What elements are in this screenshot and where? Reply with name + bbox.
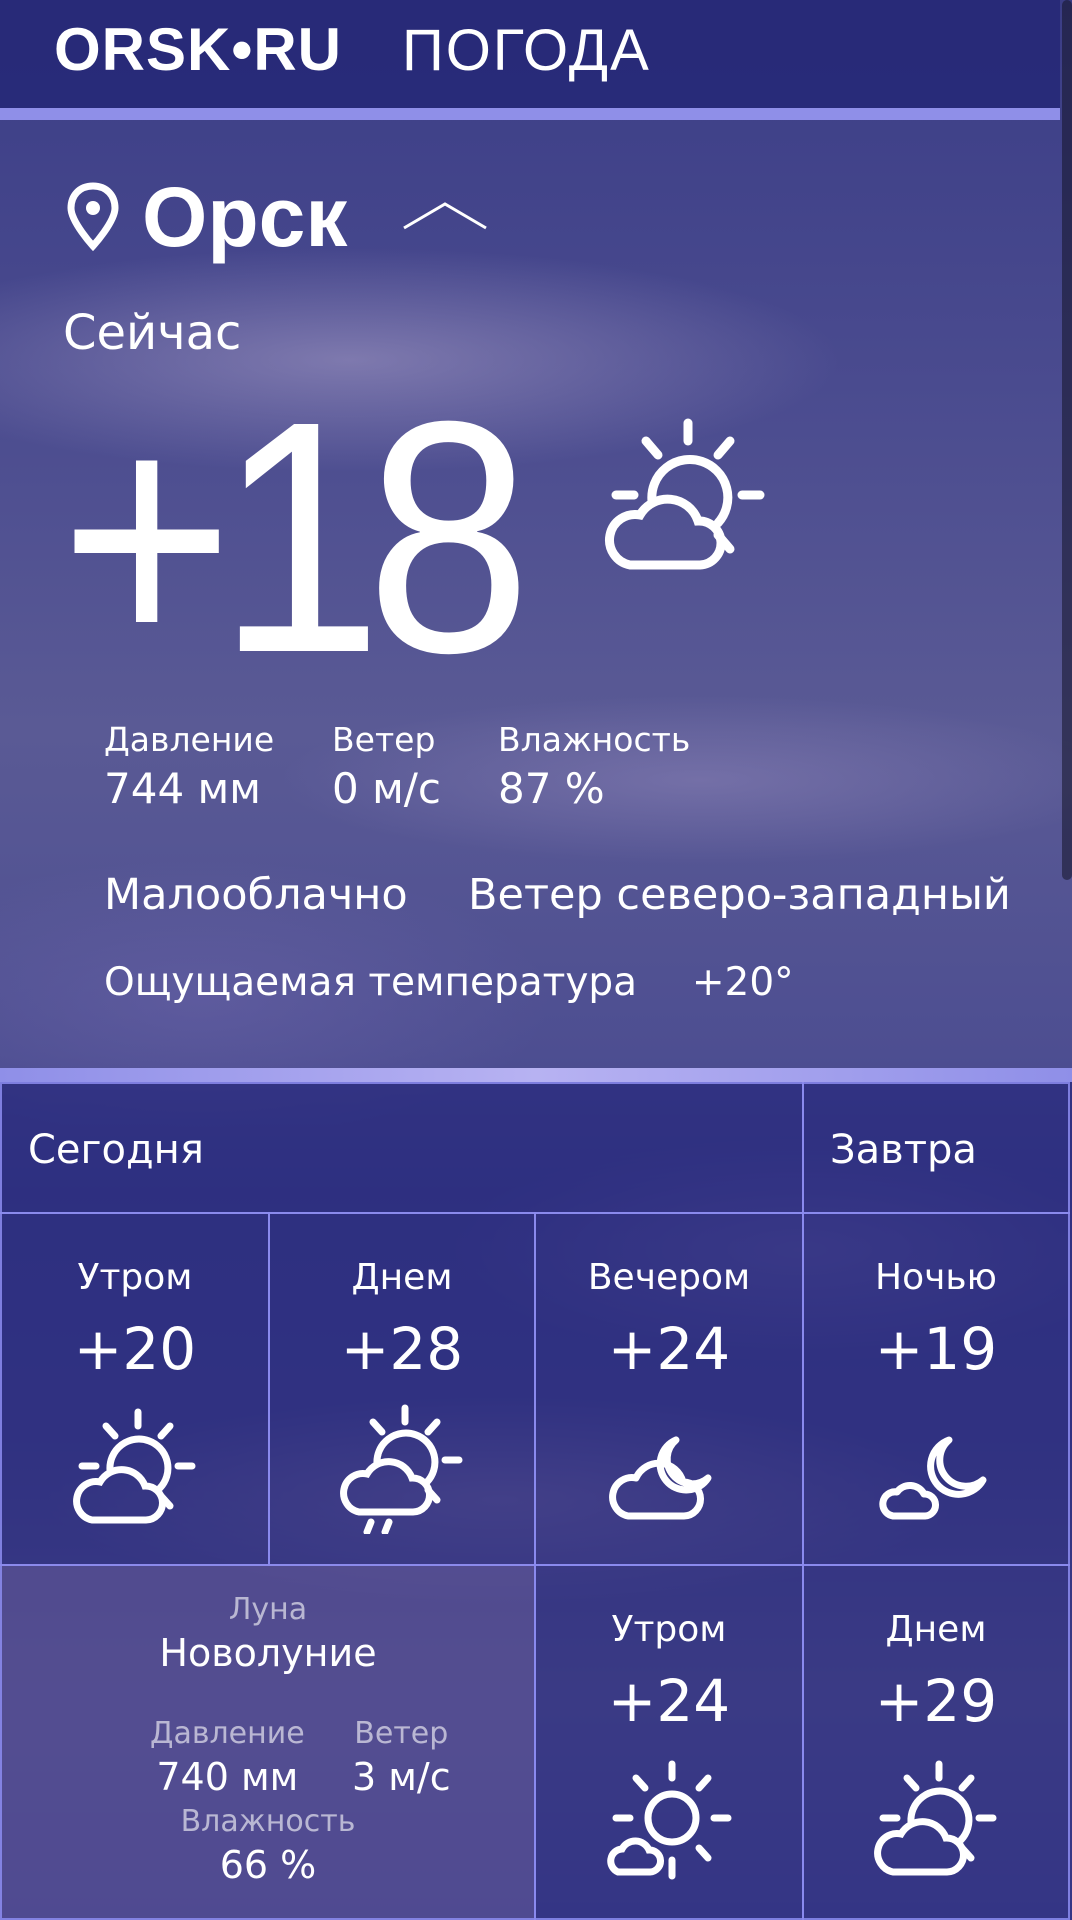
- period-temp: +24: [607, 1667, 731, 1735]
- feels-like-value: +20°: [691, 960, 794, 1005]
- period-label: Днем: [351, 1257, 453, 1298]
- wind-metric: Ветер 0 м/с: [332, 718, 441, 816]
- humidity-value: 87 %: [498, 764, 605, 813]
- period-temp: +19: [874, 1315, 998, 1383]
- details-pressure-value: 740 мм: [156, 1755, 299, 1799]
- wind-label: Ветер: [332, 720, 436, 759]
- today-label: Сегодня: [28, 1127, 204, 1173]
- condition-text: Малооблачно: [104, 870, 408, 920]
- section-title: ПОГОДА: [402, 18, 651, 83]
- period-label: Ночью: [875, 1257, 997, 1298]
- location-pin-icon: [67, 182, 119, 252]
- wind-direction-text: Ветер северо-западный: [468, 870, 1011, 920]
- details-wind-value: 3 м/с: [352, 1755, 451, 1799]
- forecast-today-night: Ночью +19: [802, 1212, 1070, 1566]
- details-pressure: Давление 740 мм: [150, 1714, 305, 1800]
- humidity-metric: Влажность 87 %: [498, 718, 690, 816]
- details-wind: Ветер 3 м/с: [352, 1714, 451, 1800]
- tomorrow-label: Завтра: [830, 1127, 977, 1173]
- sun-cloud-icon: [605, 418, 765, 570]
- section-divider: [0, 1068, 1072, 1082]
- pressure-value: 744 мм: [104, 764, 261, 813]
- forecast-tomorrow-morning: Утром +24: [534, 1564, 804, 1920]
- moon-label: Луна: [228, 1592, 308, 1627]
- details-humidity-value: 66 %: [219, 1843, 317, 1887]
- app-header: ORSK•RU ПОГОДА: [0, 0, 1060, 120]
- period-label: Утром: [77, 1257, 193, 1298]
- details-humidity: Влажность 66 %: [2, 1802, 534, 1888]
- details-pressure-label: Давление: [150, 1716, 305, 1751]
- feels-like-label: Ощущаемая температура: [104, 960, 638, 1005]
- moon-small-cloud-icon: [879, 1436, 987, 1520]
- forecast-tomorrow-day: Днем +29: [802, 1564, 1070, 1920]
- city-name[interactable]: Орск: [142, 172, 347, 262]
- scrollbar[interactable]: [1062, 0, 1072, 880]
- period-temp: +29: [874, 1667, 998, 1735]
- forecast-grid: Сегодня Завтра Утром +20 Днем +28 Вечеро…: [0, 1082, 1072, 1920]
- sun-cloud-icon: [73, 1408, 196, 1524]
- chevron-up-icon[interactable]: [402, 200, 488, 230]
- feels-like: Ощущаемая температура +20°: [104, 956, 794, 1010]
- moon-cloud-icon: [609, 1436, 712, 1520]
- today-header[interactable]: Сегодня: [0, 1082, 804, 1214]
- site-logo[interactable]: ORSK•RU: [54, 14, 342, 86]
- pressure-metric: Давление 744 мм: [104, 718, 274, 816]
- period-label: Вечером: [587, 1257, 751, 1298]
- forecast-today-evening: Вечером +24: [534, 1212, 804, 1566]
- sun-cloud-rain-icon: [340, 1404, 463, 1534]
- wind-value: 0 м/с: [332, 764, 441, 813]
- forecast-today-morning: Утром +20: [0, 1212, 270, 1566]
- current-temperature: +18: [60, 352, 531, 721]
- period-temp: +24: [607, 1315, 731, 1383]
- sun-small-cloud-icon: [607, 1760, 732, 1880]
- period-label: Утром: [611, 1609, 727, 1650]
- moon-phase: Новолуние: [159, 1631, 377, 1675]
- sun-cloud-icon: [874, 1760, 997, 1876]
- details-wind-label: Ветер: [354, 1716, 449, 1751]
- pressure-label: Давление: [104, 720, 275, 759]
- period-temp: +28: [340, 1315, 464, 1383]
- humidity-label: Влажность: [498, 720, 691, 759]
- today-details: Луна Новолуние Давление 740 мм Ветер 3 м…: [0, 1564, 536, 1920]
- period-temp: +20: [73, 1315, 197, 1383]
- details-humidity-label: Влажность: [180, 1804, 356, 1839]
- period-label: Днем: [885, 1609, 987, 1650]
- tomorrow-header[interactable]: Завтра: [802, 1082, 1070, 1214]
- forecast-today-day: Днем +28: [268, 1212, 536, 1566]
